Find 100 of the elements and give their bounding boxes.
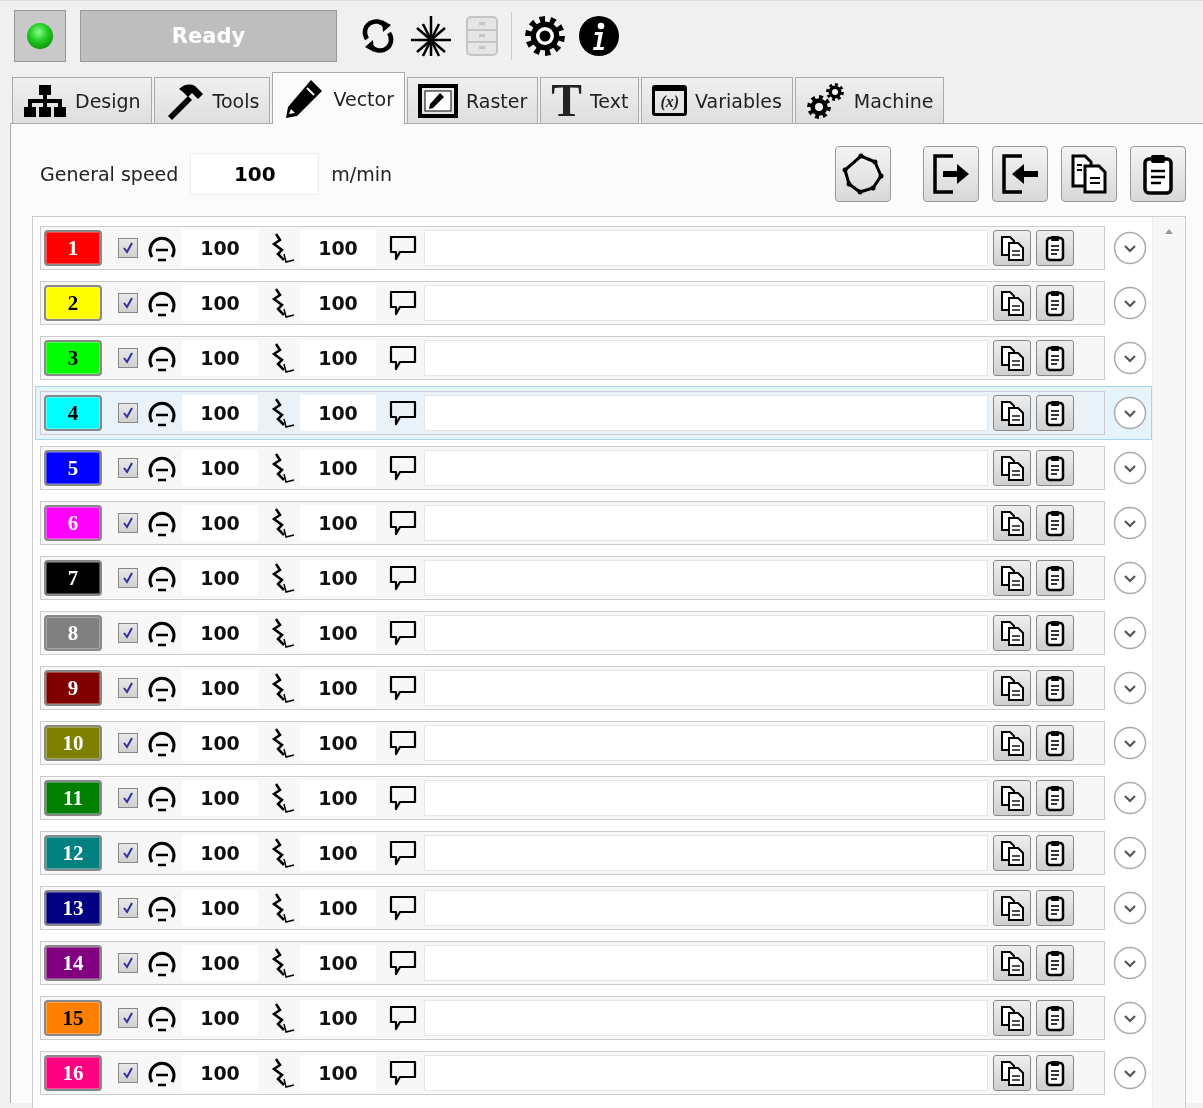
copy-button[interactable] [993,450,1031,486]
comment-field[interactable] [424,615,988,651]
tab[interactable]: Vector [272,72,405,124]
general-speed-field[interactable]: 100 [190,153,320,195]
checkbox[interactable] [118,1063,138,1083]
expand-button[interactable] [1113,616,1147,650]
speed-field[interactable]: 100 [182,835,258,871]
layer-row-highlight[interactable]: 11 100 100 [35,771,1152,825]
expand-button[interactable] [1113,1001,1147,1035]
power-field[interactable]: 100 [300,450,376,486]
speed-field[interactable]: 100 [182,890,258,926]
power-field[interactable]: 100 [300,560,376,596]
speed-field[interactable]: 100 [182,1055,258,1091]
expand-button[interactable] [1113,781,1147,815]
speed-field[interactable]: 100 [182,945,258,981]
power-field[interactable]: 100 [300,725,376,761]
power-field[interactable]: 100 [300,395,376,431]
paste-button[interactable] [1036,285,1074,321]
expand-button[interactable] [1113,1056,1147,1090]
comment-field[interactable] [424,725,988,761]
expand-button[interactable] [1113,506,1147,540]
power-field[interactable]: 100 [300,945,376,981]
comment-field[interactable] [424,890,988,926]
selected-layer-row[interactable]: 4 100 100 [35,386,1152,440]
layer-color-button[interactable]: 8 [44,615,102,651]
paste-button[interactable] [1036,505,1074,541]
copy-button[interactable] [993,285,1031,321]
paste-button[interactable] [1036,230,1074,266]
tab[interactable]: Tools [153,77,271,123]
checkbox[interactable] [118,458,138,478]
layer-color-button[interactable]: 15 [44,1000,102,1036]
copy-button[interactable] [993,340,1031,376]
paste-button[interactable] [1036,1055,1074,1091]
copy-button[interactable] [993,725,1031,761]
layer-row-highlight[interactable]: 10 100 100 [35,716,1152,770]
checkbox[interactable] [118,238,138,258]
expand-button[interactable] [1113,946,1147,980]
checkbox[interactable] [118,953,138,973]
polygon-button[interactable] [835,146,891,202]
paste-button[interactable] [1036,725,1074,761]
comment-field[interactable] [424,670,988,706]
layer-color-button[interactable]: 14 [44,945,102,981]
expand-button[interactable] [1113,451,1147,485]
expand-button[interactable] [1113,286,1147,320]
checkbox[interactable] [118,678,138,698]
comment-field[interactable] [424,945,988,981]
power-field[interactable]: 100 [300,340,376,376]
paste-button[interactable] [1036,450,1074,486]
paste-button[interactable] [1036,395,1074,431]
import-button[interactable] [992,146,1048,202]
tab[interactable]: Design [12,77,152,123]
speed-field[interactable]: 100 [182,670,258,706]
checkbox[interactable] [118,348,138,368]
expand-button[interactable] [1113,836,1147,870]
paste-button[interactable] [1130,146,1186,202]
checkbox[interactable] [118,733,138,753]
layer-row-highlight[interactable]: 16 100 100 [35,1046,1152,1100]
layer-row-highlight[interactable]: 13 100 100 [35,881,1152,935]
speed-field[interactable]: 100 [182,505,258,541]
comment-field[interactable] [424,340,988,376]
paste-button[interactable] [1036,615,1074,651]
comment-field[interactable] [424,230,988,266]
comment-field[interactable] [424,505,988,541]
copy-button[interactable] [1061,146,1117,202]
speed-field[interactable]: 100 [182,1000,258,1036]
speed-field[interactable]: 100 [182,615,258,651]
comment-field[interactable] [424,835,988,871]
tab[interactable]: (x) Variables [641,77,793,123]
copy-button[interactable] [993,670,1031,706]
layer-row-highlight[interactable]: 8 100 100 [35,606,1152,660]
copy-button[interactable] [993,945,1031,981]
power-field[interactable]: 100 [300,285,376,321]
layer-color-button[interactable]: 3 [44,340,102,376]
expand-button[interactable] [1113,671,1147,705]
speed-field[interactable]: 100 [182,340,258,376]
layer-color-button[interactable]: 7 [44,560,102,596]
checkbox[interactable] [118,788,138,808]
layer-color-button[interactable]: 9 [44,670,102,706]
power-field[interactable]: 100 [300,835,376,871]
layer-row-highlight[interactable]: 7 100 100 [35,551,1152,605]
layer-row-highlight[interactable]: 5 100 100 [35,441,1152,495]
copy-button[interactable] [993,560,1031,596]
paste-button[interactable] [1036,780,1074,816]
checkbox[interactable] [118,898,138,918]
checkbox[interactable] [118,293,138,313]
layer-color-button[interactable]: 16 [44,1055,102,1091]
tab[interactable]: Raster [406,77,539,123]
comment-field[interactable] [424,560,988,596]
layer-color-button[interactable]: 10 [44,725,102,761]
info-icon[interactable] [578,15,620,57]
settings-icon[interactable] [524,15,566,57]
expand-button[interactable] [1113,231,1147,265]
speed-field[interactable]: 100 [182,560,258,596]
copy-button[interactable] [993,780,1031,816]
layer-row-highlight[interactable]: 6 100 100 [35,496,1152,550]
comment-field[interactable] [424,395,988,431]
power-field[interactable]: 100 [300,1055,376,1091]
layer-color-button[interactable]: 5 [44,450,102,486]
speed-field[interactable]: 100 [182,725,258,761]
paste-button[interactable] [1036,945,1074,981]
